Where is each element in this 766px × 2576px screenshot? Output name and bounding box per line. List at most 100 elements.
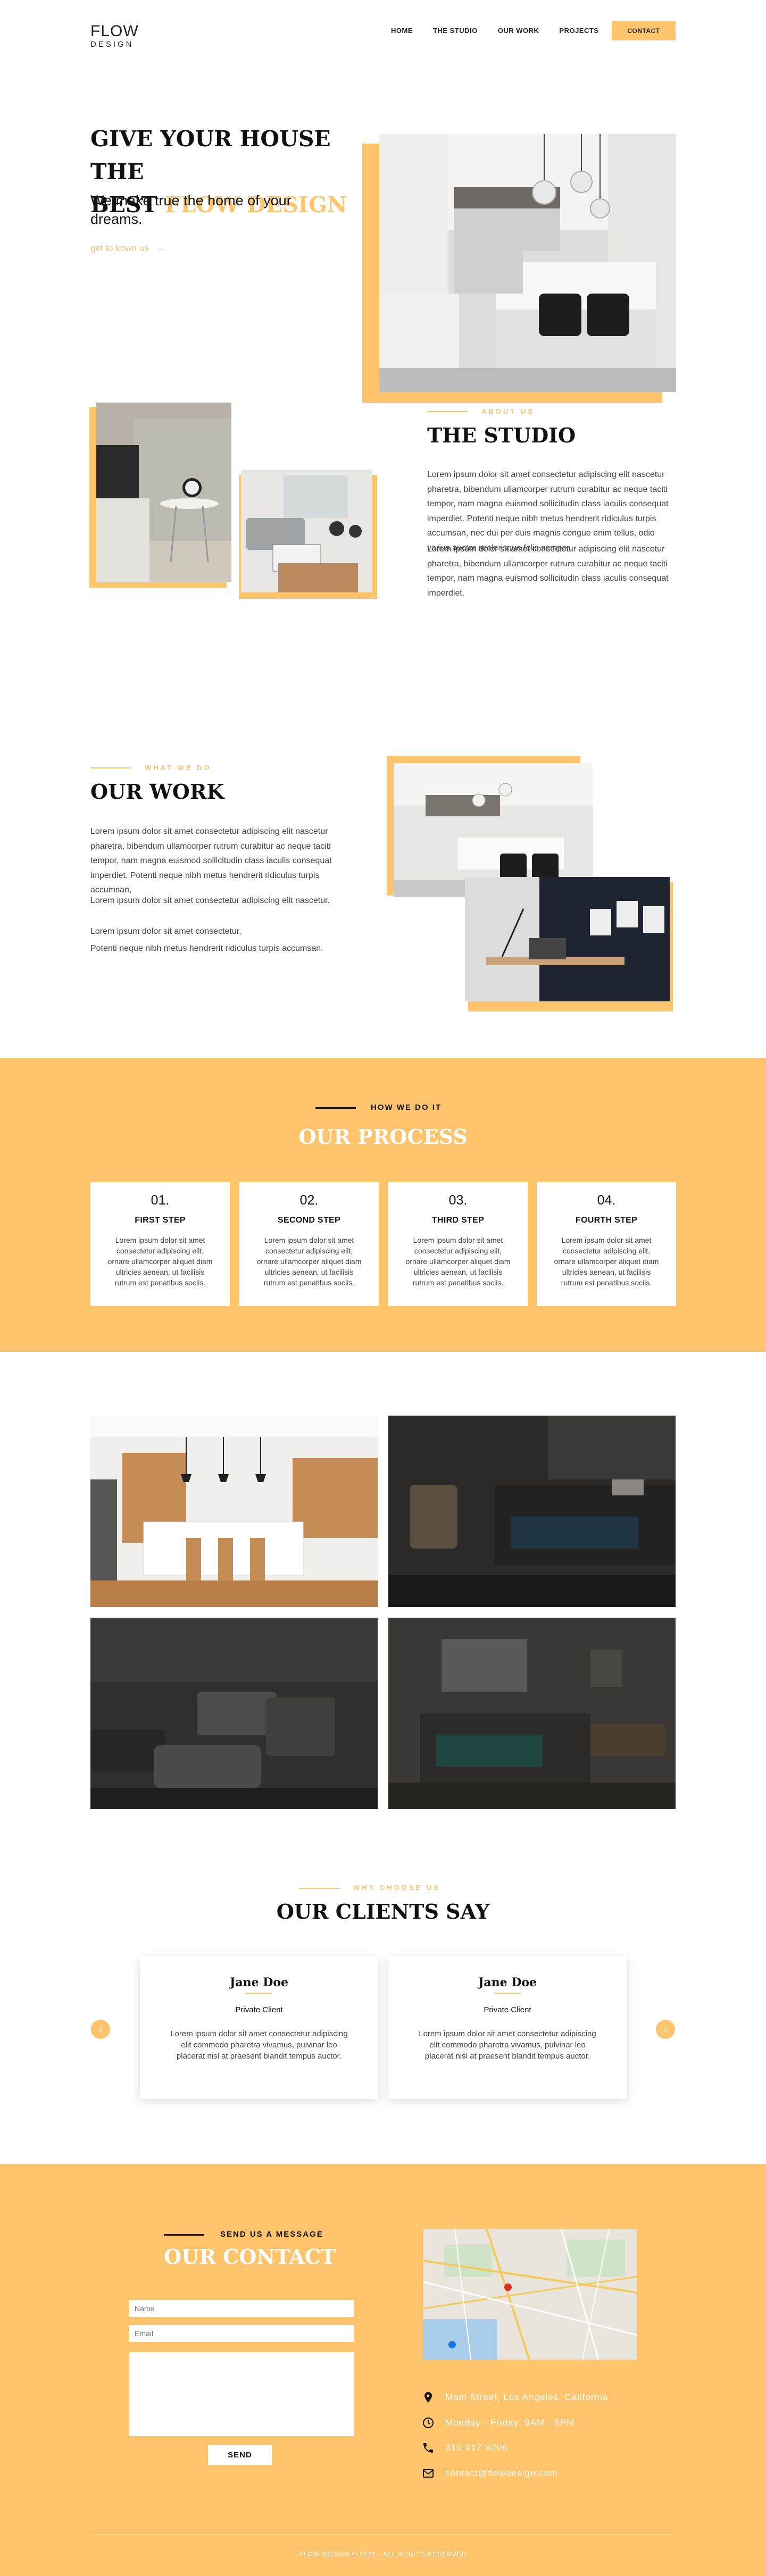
clients-section: WHY CHOOSE US OUR CLIENTS SAY ‹ Jane Doe… bbox=[0, 1884, 766, 2164]
process-card-number: 01. bbox=[151, 1193, 170, 1208]
get-to-know-us-link[interactable]: get to kown us → bbox=[90, 243, 165, 254]
process-eyebrow: HOW WE DO IT bbox=[315, 1103, 442, 1112]
work-eyebrow-text: WHAT WE DO bbox=[145, 764, 212, 772]
process-eyebrow-text: HOW WE DO IT bbox=[371, 1103, 442, 1112]
studio-eyebrow: ABOUT US bbox=[427, 407, 535, 416]
location-map[interactable] bbox=[423, 2229, 637, 2360]
page: FLOW DESIGN HOME THE STUDIO OUR WORK PRO… bbox=[0, 0, 766, 2576]
contact-eyebrow-text: SEND US A MESSAGE bbox=[220, 2230, 323, 2239]
work-paragraph-1: Lorem ipsum dolor sit amet consectetur a… bbox=[90, 827, 332, 894]
clients-eyebrow-text: WHY CHOOSE US bbox=[353, 1884, 440, 1892]
process-card-step: FOURTH STEP bbox=[575, 1216, 638, 1225]
process-eyebrow-line bbox=[315, 1107, 356, 1109]
process-card-1: 01. FIRST STEP Lorem ipsum dolor sit ame… bbox=[90, 1182, 230, 1306]
hero-title-line1: GIVE YOUR HOUSE THE bbox=[90, 126, 331, 185]
studio-paragraph-2: Lorem ipsum dolor sit amet consectetur a… bbox=[427, 545, 669, 598]
process-card-step: THIRD STEP bbox=[431, 1216, 485, 1225]
work-office-image bbox=[465, 877, 670, 1001]
phone-text[interactable]: 310-617-8206 bbox=[445, 2443, 508, 2453]
work-eyebrow: WHAT WE DO bbox=[90, 763, 212, 773]
chevron-left-icon[interactable]: ‹ bbox=[91, 2020, 110, 2039]
process-section: HOW WE DO IT OUR PROCESS 01. FIRST STEP … bbox=[0, 1058, 766, 1352]
process-card-3: 03. THIRD STEP Lorem ipsum dolor sit ame… bbox=[388, 1182, 528, 1306]
process-title: OUR PROCESS bbox=[298, 1125, 468, 1149]
gallery-bedroom-image-1[interactable] bbox=[388, 1416, 676, 1607]
testimonial-role: Private Client bbox=[235, 2005, 283, 2014]
testimonial-name: Jane Doe bbox=[229, 1976, 289, 1989]
nav-projects[interactable]: PROJECTS bbox=[559, 27, 598, 35]
hero-subtitle: We make true the home of your dreams. bbox=[90, 193, 292, 227]
address-text: Main Street, Los Angeles, California bbox=[445, 2392, 609, 2402]
contact-eyebrow: SEND US A MESSAGE bbox=[164, 2230, 323, 2239]
nav-the-studio[interactable]: THE STUDIO bbox=[433, 27, 478, 35]
process-card-4: 04. FOURTH STEP Lorem ipsum dolor sit am… bbox=[537, 1182, 676, 1306]
site-header: FLOW DESIGN HOME THE STUDIO OUR WORK PRO… bbox=[0, 0, 766, 69]
process-card-text: Lorem ipsum dolor sit amet consectetur a… bbox=[256, 1236, 362, 1287]
work-paragraph-3: Lorem ipsum dolor sit amet consectetur. bbox=[90, 927, 242, 936]
phone-icon bbox=[423, 2443, 433, 2453]
nav-home[interactable]: HOME bbox=[391, 27, 413, 35]
name-input[interactable] bbox=[129, 2300, 354, 2317]
process-card-number: 04. bbox=[597, 1193, 616, 1208]
message-textarea[interactable] bbox=[129, 2352, 354, 2436]
hero-kitchen-image bbox=[379, 65, 676, 392]
studio-bedroom-image bbox=[96, 403, 231, 582]
contact-button[interactable]: CONTACT bbox=[612, 21, 676, 40]
envelope-icon bbox=[423, 2469, 434, 2478]
studio-section: ABOUT US THE STUDIO Lorem ipsum dolor si… bbox=[0, 367, 766, 665]
process-card-text: Lorem ipsum dolor sit amet consectetur a… bbox=[107, 1236, 213, 1287]
hero-section: GIVE YOUR HOUSE THE BEST FLOW DESIGN We … bbox=[0, 69, 766, 403]
work-paragraph-2: Lorem ipsum dolor sit amet consectetur a… bbox=[90, 896, 330, 905]
clock-icon bbox=[423, 2418, 434, 2428]
location-pin-icon bbox=[424, 2392, 432, 2403]
studio-eyebrow-line bbox=[427, 411, 468, 412]
process-card-number: 03. bbox=[448, 1193, 468, 1208]
gallery-bedroom-image-2[interactable] bbox=[388, 1618, 676, 1809]
testimonial-name-underline bbox=[494, 1993, 521, 1994]
studio-title: THE STUDIO bbox=[427, 423, 576, 447]
clients-eyebrow-line bbox=[299, 1887, 339, 1889]
work-title: OUR WORK bbox=[90, 780, 224, 804]
main-nav: HOME THE STUDIO OUR WORK PROJECTS bbox=[391, 27, 598, 35]
footer-divider bbox=[90, 2534, 676, 2535]
gallery-section bbox=[0, 1352, 766, 1884]
logo[interactable]: FLOW DESIGN bbox=[90, 22, 139, 49]
contact-title: OUR CONTACT bbox=[164, 2245, 336, 2269]
studio-eyebrow-text: ABOUT US bbox=[481, 407, 535, 415]
testimonial-card-1: Jane Doe Private Client Lorem ipsum dolo… bbox=[140, 1956, 378, 2099]
phone-row: 310-617-8206 bbox=[422, 2441, 508, 2454]
email-text[interactable]: contact@flowdesign.com bbox=[445, 2468, 557, 2479]
clients-title: OUR CLIENTS SAY bbox=[276, 1900, 490, 1923]
clients-eyebrow: WHY CHOOSE US bbox=[299, 1884, 440, 1892]
gallery-kitchen-image[interactable] bbox=[90, 1416, 378, 1607]
contact-section: SEND US A MESSAGE OUR CONTACT SEND bbox=[0, 2164, 766, 2576]
chevron-right-icon[interactable]: › bbox=[656, 2020, 675, 2039]
testimonial-card-2: Jane Doe Private Client Lorem ipsum dolo… bbox=[388, 1956, 627, 2099]
process-card-text: Lorem ipsum dolor sit amet consectetur a… bbox=[554, 1236, 659, 1287]
testimonial-quote: Lorem ipsum dolor sit amet consectetur a… bbox=[419, 2029, 596, 2061]
logo-line1: FLOW bbox=[90, 22, 139, 40]
testimonial-quote: Lorem ipsum dolor sit amet consectetur a… bbox=[170, 2029, 348, 2061]
testimonial-role: Private Client bbox=[484, 2005, 531, 2014]
work-eyebrow-line bbox=[90, 767, 131, 768]
process-card-step: SECOND STEP bbox=[278, 1216, 340, 1225]
work-paragraph-4: Potenti neque nibh metus hendrerit ridic… bbox=[90, 944, 323, 953]
process-card-2: 02. SECOND STEP Lorem ipsum dolor sit am… bbox=[239, 1182, 379, 1306]
email-row: contact@flowdesign.com bbox=[422, 2467, 557, 2480]
hours-row: Monday - Friday: 9AM - 5PM bbox=[422, 2416, 574, 2429]
copyright-text: FLOW DESIGN © 2021 - ALL RIGHTS RESERVED bbox=[299, 2550, 467, 2558]
process-card-step: FIRST STEP bbox=[135, 1216, 186, 1225]
process-card-text: Lorem ipsum dolor sit amet consectetur a… bbox=[405, 1236, 511, 1287]
nav-our-work[interactable]: OUR WORK bbox=[498, 27, 539, 35]
logo-line2: DESIGN bbox=[90, 40, 134, 49]
send-button[interactable]: SEND bbox=[208, 2445, 272, 2465]
get-to-know-us-label: get to kown us bbox=[90, 243, 149, 253]
gallery-living-image[interactable] bbox=[90, 1618, 378, 1809]
arrow-right-icon: → bbox=[151, 243, 165, 253]
contact-eyebrow-line bbox=[164, 2234, 204, 2236]
testimonial-name-underline bbox=[246, 1993, 272, 1994]
studio-living-image bbox=[241, 470, 372, 592]
hours-text: Monday - Friday: 9AM - 5PM bbox=[445, 2418, 575, 2428]
email-input[interactable] bbox=[129, 2325, 354, 2342]
testimonial-name: Jane Doe bbox=[478, 1976, 537, 1989]
